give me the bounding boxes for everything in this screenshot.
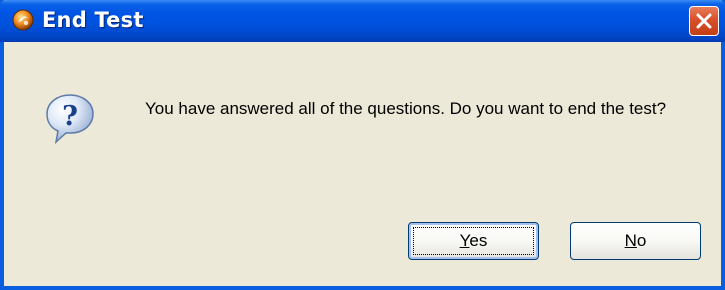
close-button[interactable] <box>689 6 719 36</box>
title-bar[interactable]: End Test <box>0 0 725 42</box>
yes-mnemonic: Y <box>459 231 470 250</box>
question-icon: ? <box>44 92 96 145</box>
yes-button[interactable]: Yes <box>408 222 539 260</box>
no-button[interactable]: No <box>570 222 701 260</box>
app-logo-icon <box>12 9 34 31</box>
no-mnemonic: N <box>624 231 637 250</box>
window-title: End Test <box>42 8 144 32</box>
yes-label-rest: es <box>469 231 488 250</box>
no-label-rest: o <box>636 231 647 250</box>
dialog-body: ? You have answered all of the questions… <box>4 42 721 286</box>
dialog-message: You have answered all of the questions. … <box>145 99 667 118</box>
no-button-label: No <box>625 231 647 251</box>
end-test-dialog: End Test ? You have answered all of the … <box>0 0 725 290</box>
svg-text:?: ? <box>62 101 78 132</box>
yes-button-label: Yes <box>460 231 488 251</box>
close-icon <box>696 13 712 29</box>
